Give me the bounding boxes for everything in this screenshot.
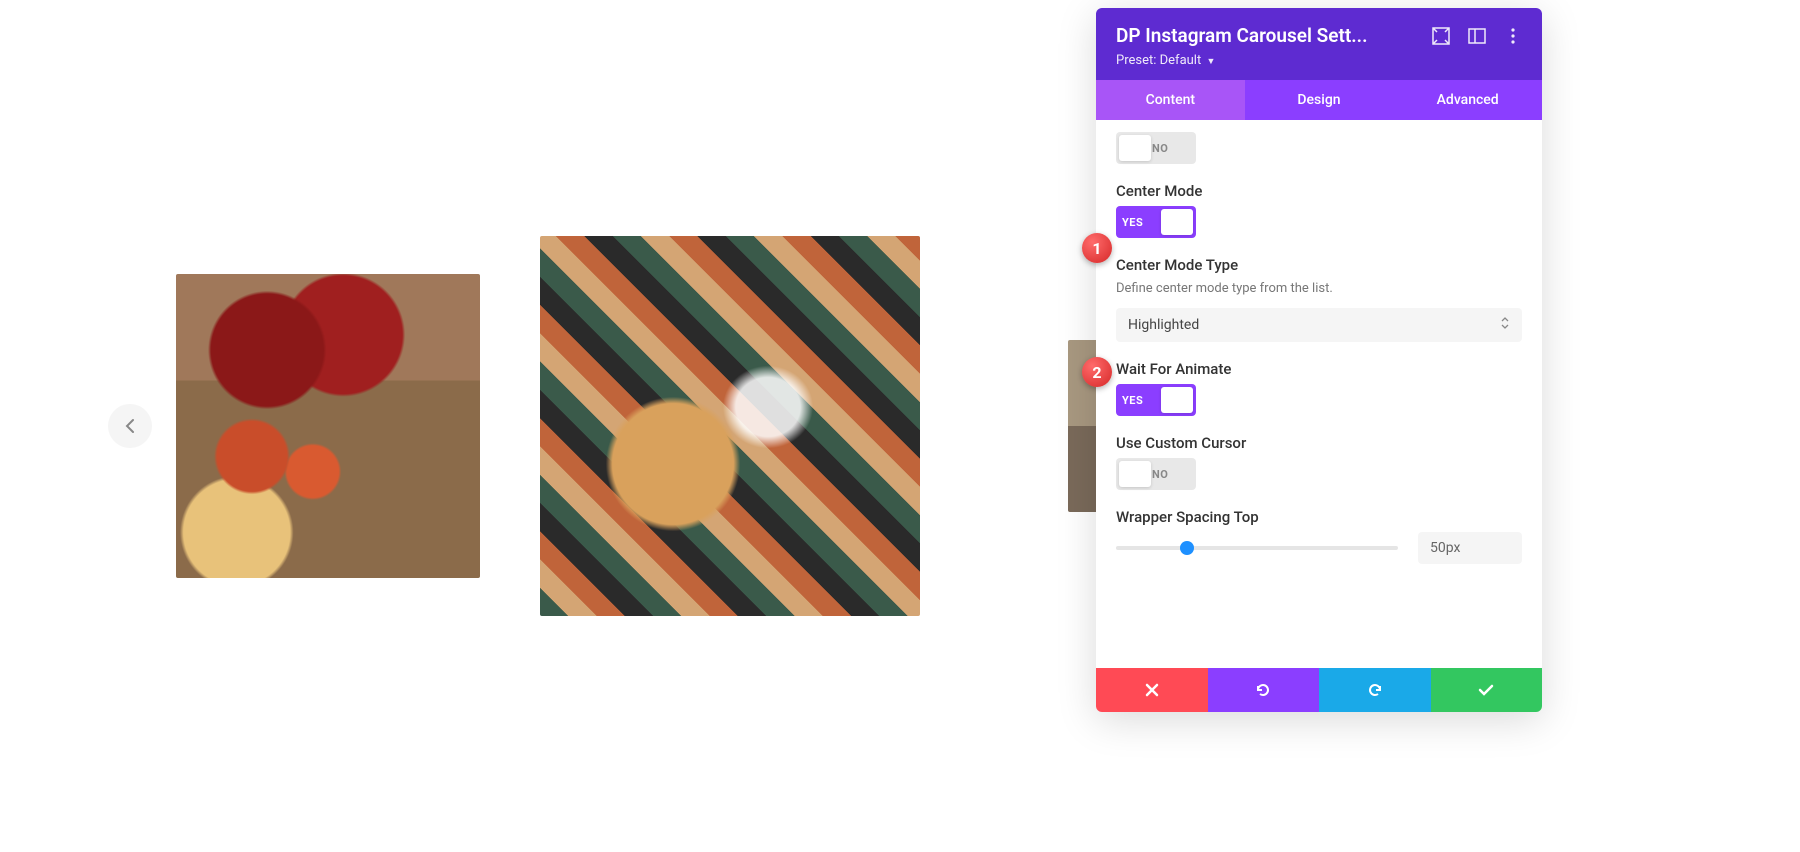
cancel-button[interactable] — [1096, 668, 1208, 712]
slider-thumb[interactable] — [1180, 541, 1194, 555]
center-mode-label: Center Mode — [1116, 182, 1522, 200]
layout-icon[interactable] — [1468, 27, 1486, 45]
carousel-slide-active[interactable] — [540, 236, 920, 616]
preset-selector[interactable]: Preset: Default ▼ — [1116, 53, 1522, 68]
wrapper-spacing-label: Wrapper Spacing Top — [1116, 508, 1522, 526]
panel-body[interactable]: NO Center Mode YES Center Mode Type Defi… — [1096, 120, 1542, 668]
annotation-badge-1: 1 — [1082, 233, 1112, 263]
wait-animate-toggle[interactable]: YES — [1116, 384, 1196, 416]
center-mode-type-desc: Define center mode type from the list. — [1116, 280, 1522, 298]
annotation-badge-2: 2 — [1082, 357, 1112, 387]
caret-down-icon: ▼ — [1206, 57, 1215, 67]
carousel-slide[interactable] — [176, 274, 480, 578]
redo-icon — [1366, 681, 1384, 699]
custom-cursor-toggle[interactable]: NO — [1116, 458, 1196, 490]
settings-panel: DP Instagram Carousel Sett... Preset: De… — [1096, 8, 1542, 712]
redo-button[interactable] — [1319, 668, 1431, 712]
check-icon — [1478, 683, 1494, 697]
panel-title: DP Instagram Carousel Sett... — [1116, 24, 1424, 47]
carousel-prev-button[interactable] — [108, 404, 152, 448]
toggle-knob — [1161, 209, 1193, 235]
undo-icon — [1254, 681, 1272, 699]
select-caret-icon — [1500, 317, 1510, 333]
chevron-left-icon — [125, 418, 135, 434]
expand-icon[interactable] — [1432, 27, 1450, 45]
toggle-knob — [1161, 387, 1193, 413]
tab-design[interactable]: Design — [1245, 80, 1394, 120]
center-mode-type-label: Center Mode Type — [1116, 256, 1522, 274]
select-value: Highlighted — [1128, 317, 1199, 333]
tab-advanced[interactable]: Advanced — [1393, 80, 1542, 120]
tab-content[interactable]: Content — [1096, 80, 1245, 120]
close-icon — [1145, 683, 1159, 697]
wrapper-spacing-slider[interactable] — [1116, 546, 1398, 550]
tabs: Content Design Advanced — [1096, 80, 1542, 120]
wrapper-spacing-input[interactable] — [1418, 532, 1522, 564]
wait-animate-label: Wait For Animate — [1116, 360, 1522, 378]
save-button[interactable] — [1431, 668, 1543, 712]
center-mode-toggle[interactable]: YES — [1116, 206, 1196, 238]
toggle-knob — [1119, 135, 1151, 161]
carousel-preview — [0, 0, 1096, 852]
toggle-unknown[interactable]: NO — [1116, 132, 1196, 164]
undo-button[interactable] — [1208, 668, 1320, 712]
panel-header: DP Instagram Carousel Sett... Preset: De… — [1096, 8, 1542, 80]
center-mode-type-select[interactable]: Highlighted — [1116, 308, 1522, 342]
custom-cursor-label: Use Custom Cursor — [1116, 434, 1522, 452]
toggle-knob — [1119, 461, 1151, 487]
preset-label: Preset: — [1116, 53, 1156, 68]
preset-value: Default — [1160, 53, 1202, 68]
panel-footer — [1096, 668, 1542, 712]
more-vertical-icon[interactable] — [1504, 27, 1522, 45]
carousel-track — [176, 236, 920, 616]
